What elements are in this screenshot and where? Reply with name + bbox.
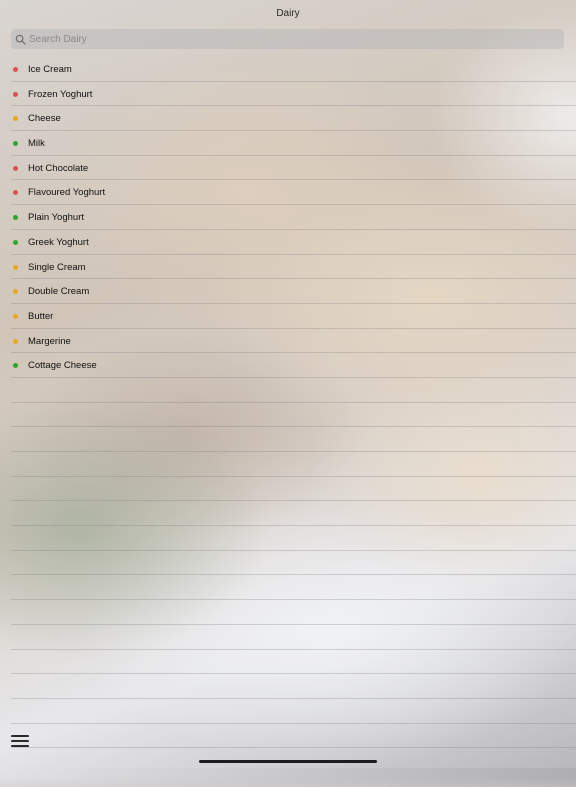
search-bar[interactable] bbox=[11, 29, 564, 49]
status-dot-icon bbox=[13, 116, 18, 122]
list-item-label: Greek Yoghurt bbox=[28, 236, 89, 248]
home-indicator bbox=[199, 760, 377, 763]
list-item[interactable]: Single Cream bbox=[11, 255, 576, 280]
list-item[interactable]: Cottage Cheese bbox=[11, 353, 576, 378]
status-dot-icon bbox=[13, 190, 18, 196]
list-item[interactable]: Cheese bbox=[11, 106, 576, 132]
list-item[interactable]: Greek Yoghurt bbox=[11, 230, 576, 255]
empty-row bbox=[11, 526, 576, 551]
list-item[interactable]: Milk bbox=[11, 131, 576, 156]
list-item[interactable]: Frozen Yoghurt bbox=[11, 82, 576, 107]
status-dot-icon bbox=[13, 67, 18, 72]
list-item[interactable]: Plain Yoghurt bbox=[11, 205, 576, 230]
list-item[interactable]: Double Cream bbox=[11, 279, 576, 304]
list-item[interactable]: Butter bbox=[11, 304, 576, 329]
list-item-label: Hot Chocolate bbox=[28, 162, 89, 174]
list-item-label: Cottage Cheese bbox=[28, 360, 97, 372]
list-item[interactable]: Hot Chocolate bbox=[11, 156, 576, 181]
status-dot-icon bbox=[13, 313, 18, 319]
empty-row bbox=[11, 477, 576, 502]
list-item-label: Double Cream bbox=[28, 286, 90, 298]
list-item-label: Ice Cream bbox=[28, 64, 72, 75]
list-item-label: Butter bbox=[28, 310, 54, 322]
empty-row bbox=[11, 650, 576, 675]
status-dot-icon bbox=[13, 141, 18, 147]
status-dot-icon bbox=[13, 165, 18, 171]
empty-row bbox=[11, 551, 576, 576]
empty-row bbox=[11, 699, 576, 724]
search-icon bbox=[15, 34, 26, 45]
list-item-label: Flavoured Yoghurt bbox=[28, 187, 106, 199]
list-item[interactable]: Flavoured Yoghurt bbox=[11, 180, 576, 206]
status-dot-icon bbox=[13, 264, 18, 270]
search-input[interactable] bbox=[29, 33, 529, 45]
empty-row bbox=[11, 625, 576, 650]
empty-row bbox=[11, 600, 576, 625]
empty-row bbox=[11, 501, 576, 527]
empty-row bbox=[11, 674, 576, 699]
status-dot-icon bbox=[13, 215, 18, 221]
empty-row bbox=[11, 575, 576, 601]
empty-row bbox=[11, 403, 576, 428]
empty-row bbox=[11, 452, 576, 477]
page-title: Dairy bbox=[276, 8, 300, 19]
status-dot-icon bbox=[13, 363, 18, 369]
status-dot-icon bbox=[13, 338, 18, 344]
status-dot-icon bbox=[13, 239, 18, 245]
status-dot-icon bbox=[13, 91, 18, 97]
menu-button[interactable] bbox=[11, 735, 29, 749]
empty-row bbox=[11, 378, 576, 403]
list-item-label: Milk bbox=[28, 138, 45, 150]
list-item-label: Frozen Yoghurt bbox=[28, 88, 93, 100]
hamburger-menu-icon bbox=[11, 735, 29, 747]
empty-row bbox=[11, 724, 576, 749]
list-item-label: Plain Yoghurt bbox=[28, 212, 84, 224]
list-item-label: Single Cream bbox=[28, 261, 86, 273]
empty-row bbox=[11, 427, 576, 452]
list-item[interactable]: Ice Cream bbox=[11, 57, 576, 82]
status-dot-icon bbox=[13, 289, 18, 295]
dairy-list: Ice Cream Frozen Yoghurt Cheese Milk Hot Cho… bbox=[0, 57, 576, 749]
list-item-label: Margerine bbox=[28, 335, 71, 347]
list-item-label: Cheese bbox=[28, 113, 61, 125]
list-item[interactable]: Margerine bbox=[11, 329, 576, 354]
